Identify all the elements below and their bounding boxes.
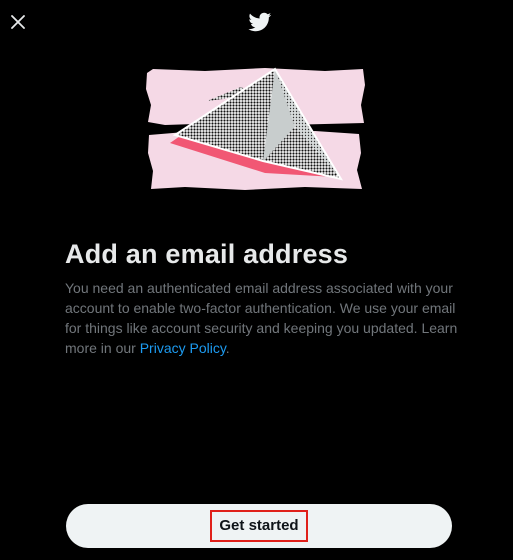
page-title: Add an email address xyxy=(65,239,349,269)
close-button[interactable] xyxy=(6,10,30,34)
get-started-button[interactable]: Get started xyxy=(66,504,452,548)
description-end: . xyxy=(225,340,230,356)
description-text: You need an authenticated email address … xyxy=(65,278,460,358)
close-icon xyxy=(11,15,25,29)
twitter-bird-icon xyxy=(248,12,272,32)
description-body: You need an authenticated email address … xyxy=(65,280,458,356)
get-started-label: Get started xyxy=(210,510,308,542)
privacy-policy-link[interactable]: Privacy Policy xyxy=(140,340,226,356)
paper-airplane-illustration xyxy=(145,65,367,195)
